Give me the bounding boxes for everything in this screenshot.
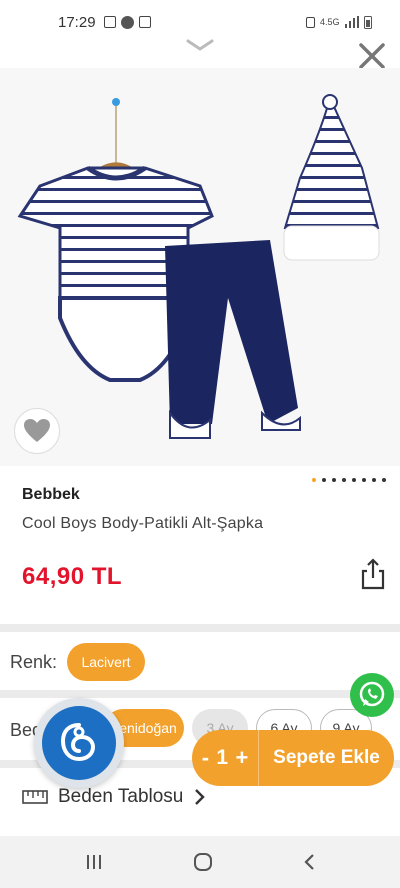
product-name: Cool Boys Body-Patikli Alt-Şapka [22, 515, 264, 532]
whatsapp-icon [359, 681, 385, 707]
battery-icon [364, 15, 372, 29]
quantity-decrease-button[interactable]: - [202, 745, 209, 771]
ruler-icon [22, 790, 48, 804]
section-divider [0, 624, 400, 632]
system-navigation-bar [0, 836, 400, 888]
product-image-gallery[interactable] [0, 68, 400, 466]
pagination-dot[interactable] [312, 478, 316, 482]
product-image [17, 94, 380, 439]
recent-apps-icon[interactable] [84, 853, 104, 871]
pagination-dot[interactable] [332, 478, 336, 482]
whatsapp-button[interactable] [350, 673, 394, 717]
gallery-icon [103, 16, 116, 28]
heart-icon [24, 419, 50, 442]
size-table-label: Beden Tablosu [58, 786, 184, 807]
chevron-right-icon [195, 789, 206, 805]
chat-assistant-icon [42, 706, 116, 780]
home-icon[interactable] [192, 851, 214, 873]
section-divider [0, 690, 400, 698]
lock-icon [305, 16, 315, 28]
pagination-dot[interactable] [322, 478, 326, 482]
status-time: 17:29 [58, 13, 96, 31]
product-brand[interactable]: Bebbek [22, 486, 80, 504]
signal-icon [344, 16, 359, 28]
quantity-stepper: - 1 + [192, 730, 258, 786]
image-pagination-dots [312, 478, 386, 482]
color-label: Renk: [10, 652, 58, 672]
pagination-dot[interactable] [362, 478, 366, 482]
share-icon[interactable] [360, 558, 386, 590]
network-type: 4.5G [319, 17, 340, 27]
pagination-dot[interactable] [342, 478, 346, 482]
record-icon [138, 16, 151, 28]
size-table-link[interactable]: Beden Tablosu [22, 786, 206, 808]
pagination-dot[interactable] [382, 478, 386, 482]
add-to-cart-button[interactable]: Sepete Ekle [258, 730, 394, 786]
system-icons: 4.5G [305, 15, 372, 29]
pagination-dot[interactable] [352, 478, 356, 482]
favorite-button[interactable] [14, 408, 60, 454]
chat-assistant-button[interactable] [34, 698, 124, 788]
add-to-cart-bar: - 1 + Sepete Ekle [192, 730, 394, 786]
quantity-increase-button[interactable]: + [235, 745, 248, 771]
color-option-selected[interactable]: Lacivert [67, 643, 145, 681]
chevron-down-icon[interactable] [186, 38, 214, 52]
music-icon [120, 15, 134, 29]
product-price: 64,90 TL [22, 563, 123, 590]
notification-icons [103, 15, 151, 29]
quantity-value: 1 [216, 746, 229, 769]
pagination-dot[interactable] [372, 478, 376, 482]
back-icon[interactable] [302, 852, 316, 872]
